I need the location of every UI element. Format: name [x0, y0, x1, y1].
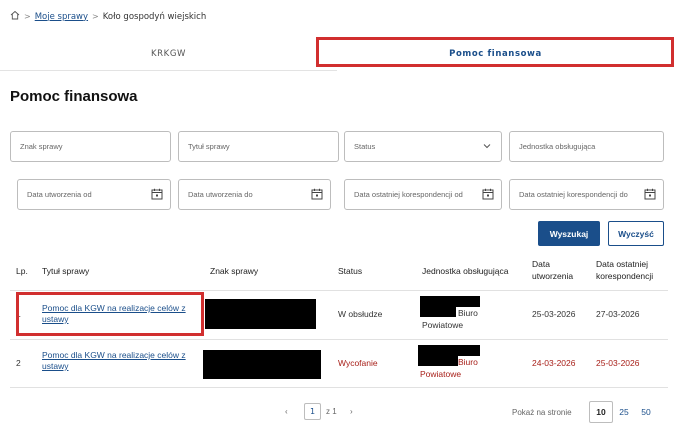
row-highlight-box: [16, 292, 204, 336]
table-divider: [10, 387, 668, 388]
breadcrumb-separator: >: [92, 12, 99, 21]
data-utworzenia-do-input[interactable]: Data utworzenia do: [178, 179, 331, 210]
page-size-25[interactable]: 25: [614, 401, 634, 423]
header-znak: Znak sprawy: [210, 266, 259, 276]
row1-jednostka-line2: Powiatowe: [422, 320, 464, 330]
tytul-sprawy-placeholder: Tytuł sprawy: [188, 142, 230, 151]
row1-data-korespondencji: 27-03-2026: [596, 309, 640, 319]
header-data-korespondencji-line2: korespondencji: [596, 271, 654, 281]
page-size-50[interactable]: 50: [636, 401, 656, 423]
jednostka-placeholder: Jednostka obsługująca: [519, 142, 596, 151]
row2-tytul-line2[interactable]: ustawy: [42, 361, 202, 372]
row2-jednostka: Biuro Powiatowe: [420, 356, 478, 380]
next-page-button[interactable]: ›: [350, 407, 353, 416]
row2-tytul-link[interactable]: Pomoc dla KGW na realizacje celów z usta…: [42, 350, 202, 372]
prev-page-button[interactable]: ‹: [285, 407, 288, 416]
row2-tytul-line1[interactable]: Pomoc dla KGW na realizacje celów z: [42, 350, 202, 361]
page-number-input[interactable]: 1: [304, 403, 321, 420]
row2-jednostka-line2: Powiatowe: [420, 369, 462, 379]
calendar-icon[interactable]: [151, 188, 163, 200]
status-select[interactable]: Status: [344, 131, 502, 162]
breadcrumb-current: Koło gospodyń wiejskich: [102, 11, 207, 22]
row2-lp: 2: [16, 358, 21, 368]
header-tytul: Tytuł sprawy: [42, 266, 90, 276]
znak-sprawy-placeholder: Znak sprawy: [20, 142, 63, 151]
table-divider: [10, 339, 668, 340]
per-page-label: Pokaż na stronie: [512, 408, 572, 417]
data-korespondencji-do-placeholder: Data ostatniej korespondencji do: [519, 190, 628, 199]
header-data-korespondencji: Data ostatniej korespondencji: [596, 258, 653, 282]
home-icon[interactable]: [10, 10, 20, 23]
breadcrumb-separator: >: [24, 12, 31, 21]
row1-jednostka: Biuro Powiatowe: [422, 307, 478, 331]
calendar-icon[interactable]: [644, 188, 656, 200]
data-utworzenia-do-placeholder: Data utworzenia do: [188, 190, 253, 199]
data-utworzenia-od-input[interactable]: Data utworzenia od: [17, 179, 171, 210]
status-placeholder: Status: [354, 142, 376, 151]
header-lp: Lp.: [16, 266, 28, 276]
header-data-utworzenia-line2: utworzenia: [532, 271, 574, 281]
tytul-sprawy-input[interactable]: Tytuł sprawy: [178, 131, 339, 162]
tab-krkgw[interactable]: KRKGW: [0, 38, 337, 71]
page-total: z 1: [326, 407, 337, 416]
redacted-jednostka: [420, 296, 480, 307]
data-korespondencji-od-input[interactable]: Data ostatniej korespondencji od: [344, 179, 502, 210]
breadcrumb: > Moje sprawy > Koło gospodyń wiejskich: [10, 10, 206, 23]
header-data-korespondencji-line1: Data ostatniej: [596, 259, 648, 269]
header-data-utworzenia-line1: Data: [532, 259, 550, 269]
row1-status: W obsłudze: [338, 309, 383, 319]
redacted-znak: [205, 299, 316, 329]
row2-data-korespondencji: 25-03-2026: [596, 358, 640, 368]
redacted-znak: [203, 350, 321, 379]
calendar-icon[interactable]: [482, 188, 494, 200]
row1-data-utworzenia: 25-03-2026: [532, 309, 576, 319]
row2-jednostka-line1: Biuro: [458, 357, 478, 367]
header-status: Status: [338, 266, 363, 276]
page-title: Pomoc finansowa: [10, 88, 138, 105]
row1-jednostka-line1: Biuro: [458, 308, 478, 318]
header-data-utworzenia: Data utworzenia: [532, 258, 573, 282]
redacted-jednostka: [418, 345, 480, 356]
search-button[interactable]: Wyszukaj: [538, 221, 600, 246]
znak-sprawy-input[interactable]: Znak sprawy: [10, 131, 171, 162]
data-utworzenia-od-placeholder: Data utworzenia od: [27, 190, 92, 199]
chevron-down-icon: [483, 144, 491, 149]
row2-data-utworzenia: 24-03-2026: [532, 358, 576, 368]
row2-status: Wycofanie: [338, 358, 378, 368]
table-divider: [10, 290, 668, 291]
data-korespondencji-do-input[interactable]: Data ostatniej korespondencji do: [509, 179, 664, 210]
header-jednostka: Jednostka obsługująca: [422, 266, 509, 276]
page-size-10[interactable]: 10: [589, 401, 613, 423]
calendar-icon[interactable]: [311, 188, 323, 200]
breadcrumb-link-moje-sprawy[interactable]: Moje sprawy: [35, 12, 88, 22]
jednostka-input[interactable]: Jednostka obsługująca: [509, 131, 664, 162]
data-korespondencji-od-placeholder: Data ostatniej korespondencji od: [354, 190, 463, 199]
tab-highlight-box: [316, 37, 674, 67]
clear-button[interactable]: Wyczyść: [608, 221, 664, 246]
